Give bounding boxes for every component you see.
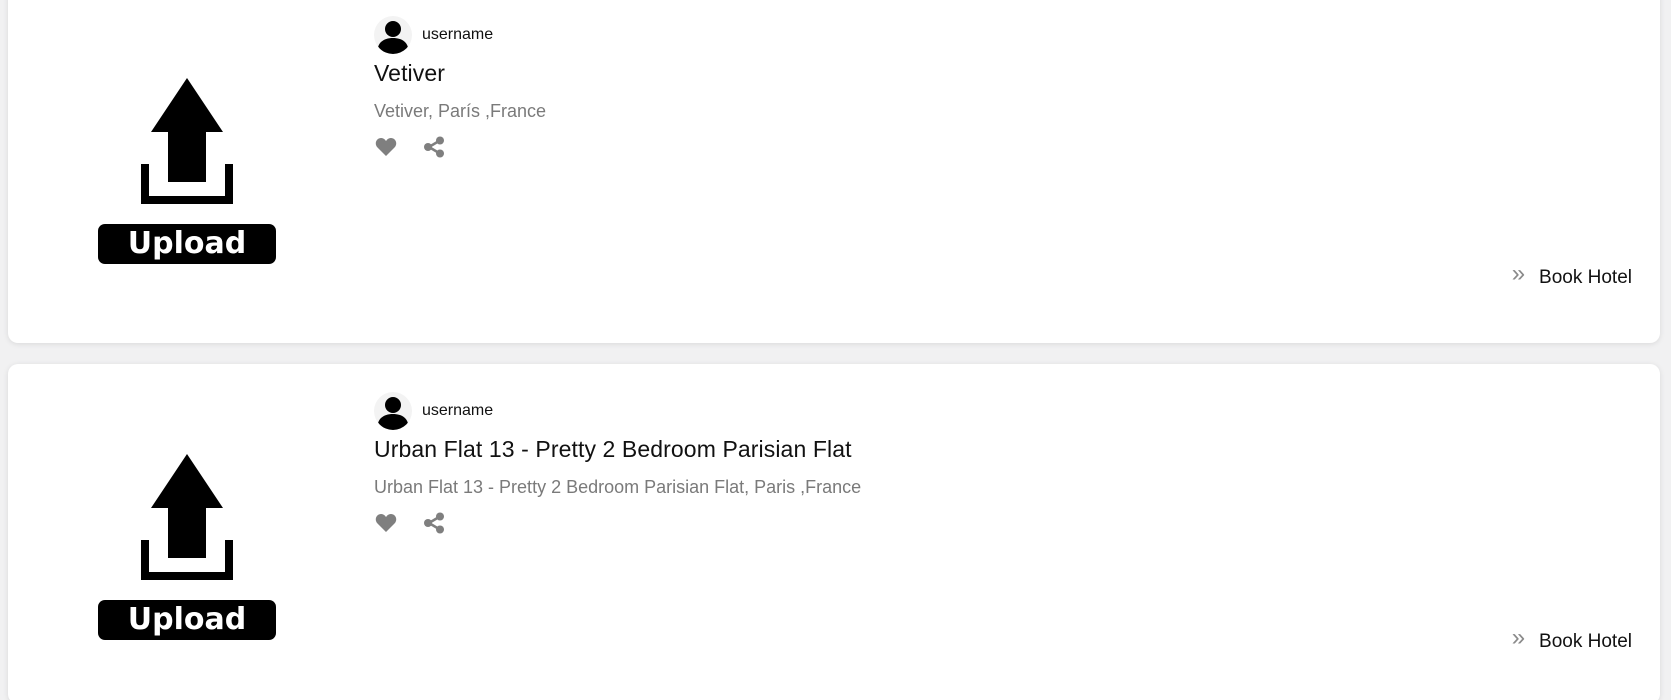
listing-content: username Vetiver Vetiver, París ,France: [374, 16, 1640, 158]
username[interactable]: username: [422, 402, 493, 420]
listing-author: username: [374, 16, 1640, 54]
listing-thumbnail[interactable]: Upload: [96, 452, 278, 644]
upload-label: Upload: [128, 226, 246, 261]
listing-location: Vetiver, París ,France: [374, 101, 547, 121]
heart-icon: [375, 513, 397, 532]
like-button[interactable]: [374, 136, 398, 158]
share-button[interactable]: [422, 512, 446, 534]
user-avatar-icon[interactable]: [374, 16, 412, 54]
upload-label: Upload: [128, 602, 246, 637]
user-avatar-icon[interactable]: [374, 392, 412, 430]
like-button[interactable]: [374, 512, 398, 534]
double-chevron-right-icon: »: [1511, 624, 1526, 651]
heart-icon: [375, 137, 397, 156]
double-chevron-right-icon: »: [1511, 260, 1526, 287]
upload-placeholder-icon: Upload: [98, 454, 276, 640]
listing-title[interactable]: Vetiver: [374, 60, 1640, 87]
book-hotel-button[interactable]: » Book Hotel: [1512, 626, 1632, 654]
share-button[interactable]: [422, 136, 446, 158]
page: Upload username Vetiver Vetiver, París ,…: [0, 0, 1671, 700]
listing-content: username Urban Flat 13 - Pretty 2 Bedroo…: [374, 392, 1640, 534]
listing-actions: [374, 512, 1640, 534]
listing-title[interactable]: Urban Flat 13 - Pretty 2 Bedroom Parisia…: [374, 436, 1640, 463]
share-icon: [424, 512, 444, 534]
share-icon: [424, 136, 444, 158]
book-hotel-label: Book Hotel: [1539, 631, 1632, 652]
book-hotel-button[interactable]: » Book Hotel: [1512, 262, 1632, 290]
book-hotel-label: Book Hotel: [1539, 267, 1632, 288]
listing-thumbnail[interactable]: Upload: [96, 76, 278, 268]
listing-card: Upload username Urban Flat 13 - Pretty 2…: [8, 364, 1660, 700]
listing-author: username: [374, 392, 1640, 430]
listing-card: Upload username Vetiver Vetiver, París ,…: [8, 0, 1660, 343]
username[interactable]: username: [422, 26, 493, 44]
listing-location: Urban Flat 13 - Pretty 2 Bedroom Parisia…: [374, 477, 862, 497]
upload-placeholder-icon: Upload: [98, 78, 276, 264]
listing-actions: [374, 136, 1640, 158]
